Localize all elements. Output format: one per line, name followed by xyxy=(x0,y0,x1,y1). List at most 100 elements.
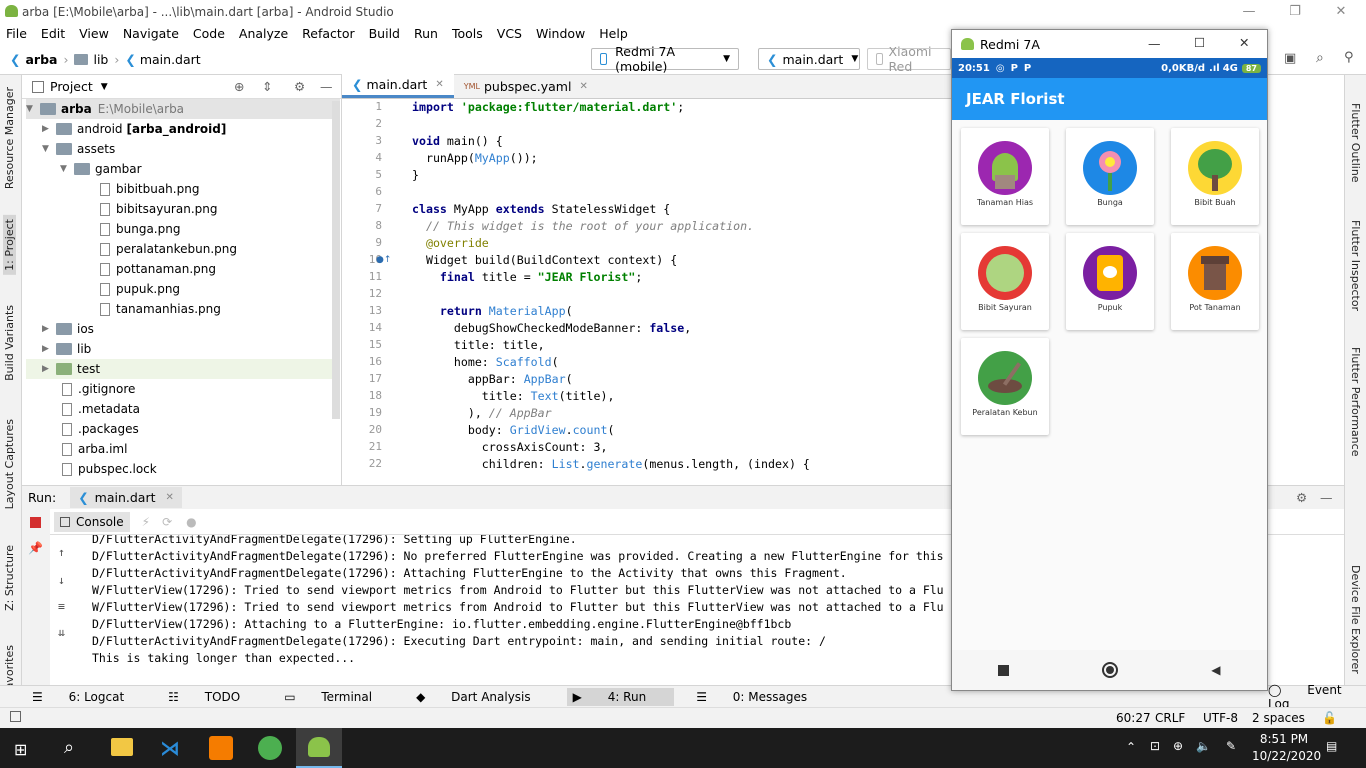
tab-run-main[interactable]: ❮ main.dart ✕ xyxy=(70,487,182,508)
chevron-up-icon[interactable]: ⌃ xyxy=(1126,740,1136,754)
tree-item-file[interactable]: pupuk.png xyxy=(100,279,180,299)
search-icon[interactable]: ⌕ xyxy=(64,737,74,758)
gear-icon[interactable]: ⚙ xyxy=(294,79,305,94)
menu-card-bibit-buah[interactable]: Bibit Buah xyxy=(1171,128,1259,225)
windows-start-icon[interactable]: ⊞ xyxy=(14,740,27,759)
code-content[interactable]: import 'package:flutter/material.dart'; … xyxy=(412,99,810,471)
menu-build[interactable]: Build xyxy=(369,26,400,41)
tab-flutter-outline[interactable]: Flutter Outline xyxy=(1349,103,1362,183)
network-icon[interactable]: ⊡ xyxy=(1150,739,1160,753)
tree-root[interactable]: ▼ arba E:\Mobile\arba xyxy=(26,99,340,119)
tab-device-file-explorer[interactable]: Device File Explorer xyxy=(1349,565,1362,674)
gear-icon[interactable]: ⚙ xyxy=(1296,490,1307,505)
layout-toggle-icon[interactable] xyxy=(10,711,21,722)
close-button[interactable]: ✕ xyxy=(1318,0,1364,23)
tab-flutter-performance[interactable]: Flutter Performance xyxy=(1349,347,1362,456)
tree-item-lib[interactable]: ▶ lib xyxy=(42,339,91,359)
tree-item-file[interactable]: bibitbuah.png xyxy=(100,179,199,199)
tree-item-file[interactable]: peralatankebun.png xyxy=(100,239,237,259)
caret-position[interactable]: 60:27 xyxy=(1116,711,1151,725)
tab-todo[interactable]: ☷ TODO xyxy=(168,690,262,704)
menu-navigate[interactable]: Navigate xyxy=(123,26,179,41)
file-explorer-icon[interactable] xyxy=(111,738,133,756)
tab-layout-captures[interactable]: Layout Captures xyxy=(3,419,16,509)
override-gutter-icon[interactable]: ●↑ xyxy=(376,255,391,265)
tree-item-file[interactable]: pubspec.lock xyxy=(62,459,157,479)
home-icon[interactable] xyxy=(1102,662,1119,678)
tab-resource-manager[interactable]: Resource Manager xyxy=(3,87,16,189)
maximize-button[interactable]: ❐ xyxy=(1272,0,1318,23)
breadcrumb-folder[interactable]: lib xyxy=(93,52,108,67)
tree-item-file[interactable]: bunga.png xyxy=(100,219,180,239)
tab-flutter-inspector[interactable]: Flutter Inspector xyxy=(1349,220,1362,311)
minimize-button[interactable]: — xyxy=(1148,36,1161,51)
tree-item-gambar[interactable]: ▼ gambar xyxy=(60,159,142,179)
menu-card-bibit-sayuran[interactable]: Bibit Sayuran xyxy=(961,233,1049,330)
menu-card-bunga[interactable]: Bunga xyxy=(1066,128,1154,225)
stop-icon[interactable] xyxy=(30,517,41,528)
tab-run[interactable]: ▶ 4: Run xyxy=(566,687,675,706)
line-separator[interactable]: CRLF xyxy=(1155,711,1185,725)
tree-item-assets[interactable]: ▼ assets xyxy=(42,139,115,159)
notifications-icon[interactable]: ▤ xyxy=(1326,739,1337,753)
tree-item-file[interactable]: tanamanhias.png xyxy=(100,299,221,319)
menu-file[interactable]: File xyxy=(6,26,27,41)
up-arrow-icon[interactable]: ↑ xyxy=(58,545,65,559)
menu-window[interactable]: Window xyxy=(536,26,585,41)
tab-terminal[interactable]: ▭ Terminal xyxy=(284,690,394,704)
tab-build-variants[interactable]: Build Variants xyxy=(3,305,16,381)
hot-reload-icon[interactable]: ⚡ xyxy=(142,515,150,529)
pen-icon[interactable]: ✎ xyxy=(1226,739,1236,753)
menu-card-pupuk[interactable]: Pupuk xyxy=(1066,233,1154,330)
scrollbar[interactable] xyxy=(332,101,340,419)
tree-item-file[interactable]: pottanaman.png xyxy=(100,259,216,279)
back-icon[interactable]: ◀ xyxy=(1211,663,1220,677)
emulator-taskbar-item[interactable] xyxy=(296,728,342,768)
close-icon[interactable]: ✕ xyxy=(435,79,443,90)
scroll-to-end-icon[interactable]: ⇊ xyxy=(58,625,65,639)
tab-logcat[interactable]: ☰ 6: Logcat xyxy=(32,690,146,704)
indent-setting[interactable]: 2 spaces xyxy=(1252,711,1305,725)
device-selector[interactable]: Redmi 7A (mobile) ▼ xyxy=(591,44,739,74)
open-devtools-icon[interactable]: ● xyxy=(186,515,196,529)
tree-item-file[interactable]: arba.iml xyxy=(62,439,127,459)
search-icon[interactable]: ⌕ xyxy=(1316,50,1332,66)
recent-apps-icon[interactable] xyxy=(998,664,1010,676)
file-encoding[interactable]: UTF-8 xyxy=(1203,711,1238,725)
vscode-icon[interactable]: ⋊ xyxy=(160,736,180,760)
maximize-button[interactable]: ☐ xyxy=(1194,35,1205,50)
breadcrumb-project[interactable]: arba xyxy=(25,52,57,67)
hot-restart-icon[interactable]: ⟳ xyxy=(162,515,172,529)
minimize-button[interactable]: — xyxy=(1226,0,1272,23)
volume-icon[interactable]: 🔈 xyxy=(1196,739,1211,753)
breadcrumb-file[interactable]: main.dart xyxy=(140,52,201,67)
chevron-down-icon[interactable]: ▼ xyxy=(101,82,108,92)
tree-item-file[interactable]: bibitsayuran.png xyxy=(100,199,217,219)
down-arrow-icon[interactable]: ↓ xyxy=(58,573,65,587)
run-config-selector[interactable]: ❮ main.dart ▼ xyxy=(758,48,860,70)
tree-item-file[interactable]: .gitignore xyxy=(62,379,135,399)
locate-icon[interactable]: ⊕ xyxy=(234,79,244,94)
tab-messages[interactable]: ☰ 0: Messages xyxy=(696,690,829,704)
second-device-selector[interactable]: Xiaomi Red xyxy=(867,44,951,74)
tab-pubspec-yaml[interactable]: YML pubspec.yaml ✕ xyxy=(454,74,598,98)
lock-icon[interactable]: 🔓 xyxy=(1322,711,1337,725)
menu-tools[interactable]: Tools xyxy=(452,26,483,41)
close-icon[interactable]: ✕ xyxy=(579,81,587,92)
console-tab[interactable]: Console xyxy=(54,511,130,532)
pin-icon[interactable]: 📌 xyxy=(28,541,43,555)
tree-item-test[interactable]: ▶ test xyxy=(26,359,340,379)
tab-structure[interactable]: Z: Structure xyxy=(3,545,16,611)
tab-dart-analysis[interactable]: ◆ Dart Analysis xyxy=(416,690,553,704)
project-panel-title[interactable]: Project xyxy=(50,79,93,94)
menu-card-peralatan-kebun[interactable]: Peralatan Kebun xyxy=(961,338,1049,435)
tree-item-file[interactable]: .packages xyxy=(62,419,139,439)
tab-main-dart[interactable]: ❮ main.dart ✕ xyxy=(342,74,454,98)
tab-project[interactable]: 1: Project xyxy=(3,215,16,275)
tree-item-file[interactable]: .metadata xyxy=(62,399,140,419)
tree-item-android[interactable]: ▶ android [arba_android] xyxy=(42,119,226,139)
menu-edit[interactable]: Edit xyxy=(41,26,65,41)
menu-refactor[interactable]: Refactor xyxy=(302,26,354,41)
clock-date[interactable]: 10/22/2020 xyxy=(1252,749,1321,763)
collapse-icon[interactable]: ⇕ xyxy=(262,79,272,94)
